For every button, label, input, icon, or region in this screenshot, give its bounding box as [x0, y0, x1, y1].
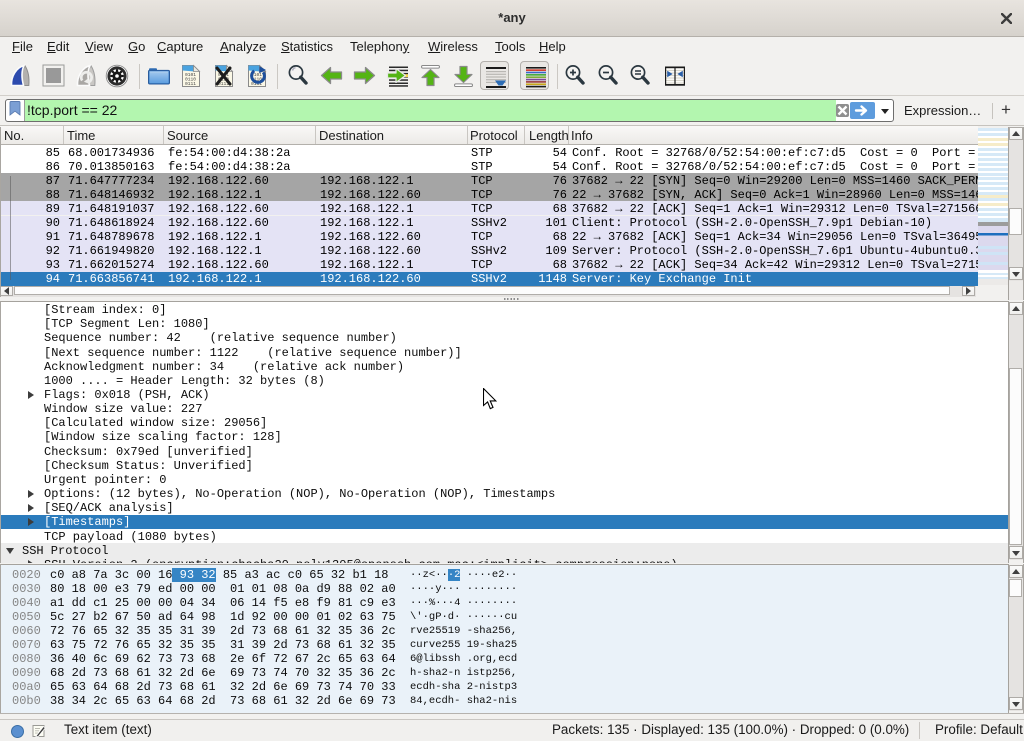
svg-text:0111: 0111 [185, 81, 196, 87]
